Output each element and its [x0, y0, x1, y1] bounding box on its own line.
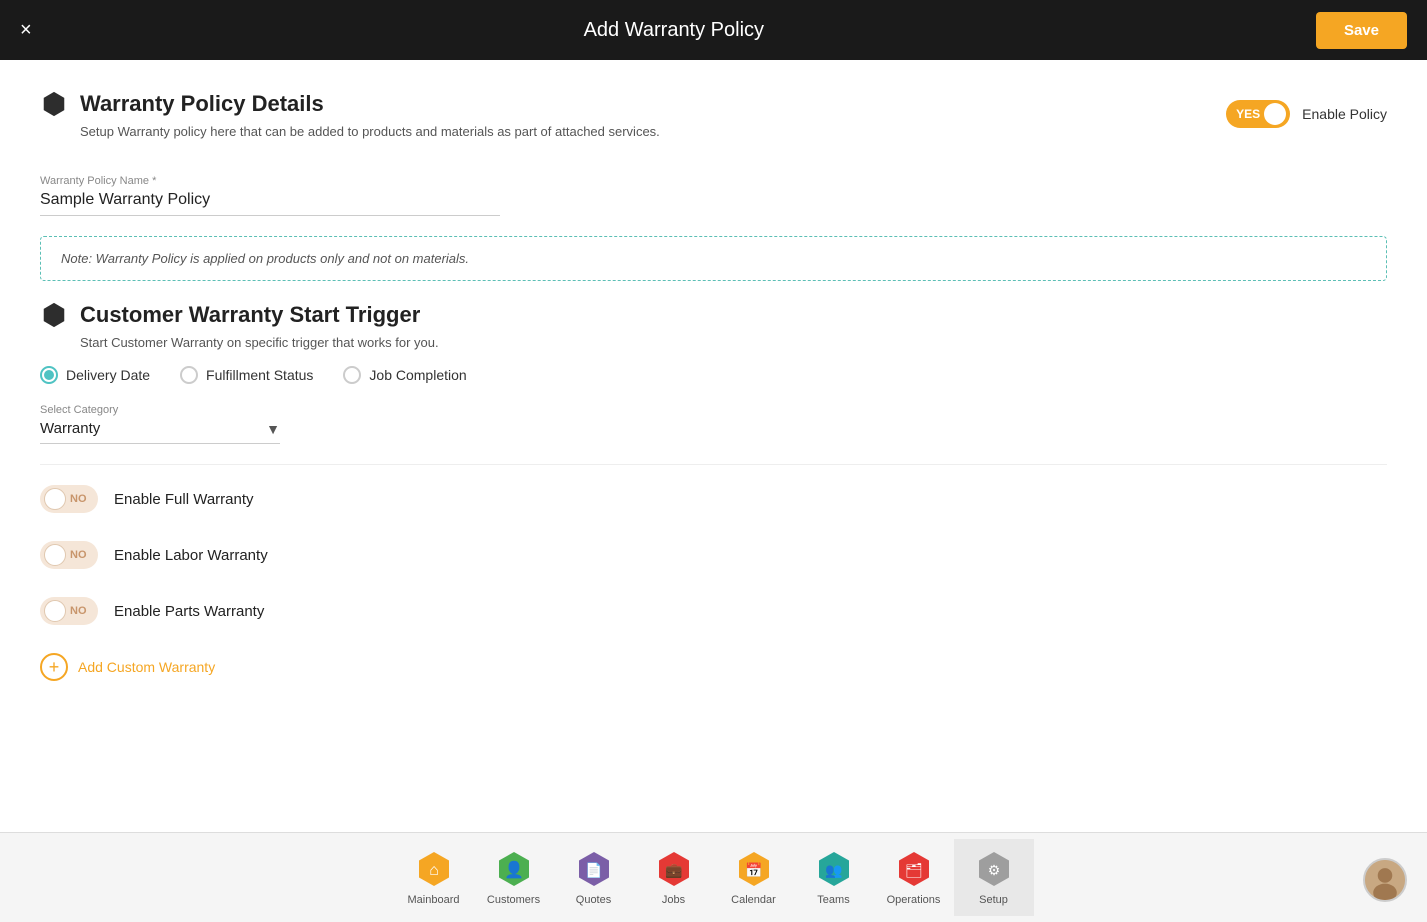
nav-item-jobs[interactable]: 💼 Jobs	[634, 839, 714, 916]
toggle-no-circle-parts	[44, 600, 66, 622]
toggle-no-label-full: NO	[70, 493, 87, 505]
page-title: Add Warranty Policy	[584, 19, 764, 42]
close-button[interactable]: ×	[20, 19, 32, 42]
nav-label-calendar: Calendar	[731, 894, 776, 906]
labor-warranty-label: Enable Labor Warranty	[114, 547, 268, 564]
svg-text:📅: 📅	[745, 862, 762, 878]
svg-text:⚙: ⚙	[987, 862, 1000, 878]
svg-text:💼: 💼	[665, 862, 683, 879]
mainboard-icon: ⌂	[414, 849, 454, 889]
svg-text:🗂: 🗂	[905, 862, 923, 878]
trigger-hex-icon	[40, 301, 68, 329]
full-warranty-toggle[interactable]: NO	[40, 485, 98, 513]
nav-label-quotes: Quotes	[576, 894, 611, 906]
radio-fulfillment[interactable]: Fulfillment Status	[180, 366, 313, 384]
warranty-details-subtitle: Setup Warranty policy here that can be a…	[80, 124, 660, 139]
nav-item-customers[interactable]: 👤 Customers	[474, 839, 554, 916]
toggle-no-circle-full	[44, 488, 66, 510]
radio-circle-delivery	[40, 366, 58, 384]
trigger-radio-group: Delivery Date Fulfillment Status Job Com…	[40, 366, 1387, 384]
save-button[interactable]: Save	[1316, 12, 1407, 49]
warranty-details-header: Warranty Policy Details	[40, 90, 660, 118]
add-custom-plus-icon: +	[40, 653, 68, 681]
toggle-circle	[1264, 103, 1286, 125]
trigger-section: Customer Warranty Start Trigger Start Cu…	[40, 301, 1387, 444]
full-warranty-toggle-row: NO Enable Full Warranty	[40, 485, 1387, 513]
radio-circle-fulfillment	[180, 366, 198, 384]
select-category-dropdown[interactable]: Warranty ▼	[40, 420, 280, 444]
setup-icon: ⚙	[974, 849, 1014, 889]
section-hex-icon	[40, 90, 68, 118]
calendar-icon: 📅	[734, 849, 774, 889]
nav-item-teams[interactable]: 👥 Teams	[794, 839, 874, 916]
enable-policy-toggle[interactable]: YES	[1226, 100, 1290, 128]
nav-item-calendar[interactable]: 📅 Calendar	[714, 839, 794, 916]
toggle-no-label-labor: NO	[70, 549, 87, 561]
parts-warranty-label: Enable Parts Warranty	[114, 603, 264, 620]
add-custom-label: Add Custom Warranty	[78, 659, 215, 675]
warranty-details-section: Warranty Policy Details Setup Warranty p…	[40, 90, 1387, 281]
operations-icon: 🗂	[894, 849, 934, 889]
trigger-header: Customer Warranty Start Trigger	[40, 301, 1387, 329]
labor-warranty-toggle-row: NO Enable Labor Warranty	[40, 541, 1387, 569]
avatar[interactable]	[1363, 858, 1407, 902]
radio-job-completion[interactable]: Job Completion	[343, 366, 466, 384]
nav-item-quotes[interactable]: 📄 Quotes	[554, 839, 634, 916]
select-category-value: Warranty	[40, 420, 266, 437]
full-warranty-label: Enable Full Warranty	[114, 491, 254, 508]
parts-warranty-toggle-row: NO Enable Parts Warranty	[40, 597, 1387, 625]
warranty-details-title: Warranty Policy Details	[80, 91, 324, 117]
nav-label-setup: Setup	[979, 894, 1008, 906]
warranty-name-field: Warranty Policy Name * Sample Warranty P…	[40, 175, 1387, 216]
toggle-yes-label: YES	[1236, 107, 1260, 121]
nav-label-jobs: Jobs	[662, 894, 685, 906]
quotes-icon: 📄	[574, 849, 614, 889]
app-header: × Add Warranty Policy Save	[0, 0, 1427, 60]
jobs-icon: 💼	[654, 849, 694, 889]
divider	[40, 464, 1387, 465]
radio-circle-job	[343, 366, 361, 384]
avatar-image	[1365, 858, 1405, 902]
select-category-group: Select Category Warranty ▼	[40, 404, 1387, 444]
parts-warranty-toggle[interactable]: NO	[40, 597, 98, 625]
customers-icon: 👤	[494, 849, 534, 889]
svg-text:👤: 👤	[504, 860, 524, 879]
nav-label-customers: Customers	[487, 894, 540, 906]
teams-icon: 👥	[814, 849, 854, 889]
nav-label-teams: Teams	[817, 894, 849, 906]
nav-label-mainboard: Mainboard	[408, 894, 460, 906]
radio-label-delivery: Delivery Date	[66, 367, 150, 383]
chevron-down-icon: ▼	[266, 421, 280, 437]
svg-text:⌂: ⌂	[429, 862, 439, 879]
enable-policy-label: Enable Policy	[1302, 106, 1387, 122]
nav-item-mainboard[interactable]: ⌂ Mainboard	[394, 839, 474, 916]
radio-delivery-date[interactable]: Delivery Date	[40, 366, 150, 384]
trigger-title: Customer Warranty Start Trigger	[80, 302, 420, 328]
toggle-no-circle-labor	[44, 544, 66, 566]
add-custom-warranty[interactable]: + Add Custom Warranty	[40, 653, 1387, 681]
nav-item-operations[interactable]: 🗂 Operations	[874, 839, 954, 916]
labor-warranty-toggle[interactable]: NO	[40, 541, 98, 569]
radio-label-fulfillment: Fulfillment Status	[206, 367, 313, 383]
note-box: Note: Warranty Policy is applied on prod…	[40, 236, 1387, 281]
trigger-subtitle: Start Customer Warranty on specific trig…	[80, 335, 1387, 350]
svg-text:📄: 📄	[585, 862, 602, 879]
nav-label-operations: Operations	[887, 894, 941, 906]
warranty-toggles: NO Enable Full Warranty NO Enable Labor …	[40, 485, 1387, 625]
svg-text:👥: 👥	[825, 862, 842, 879]
radio-label-job: Job Completion	[369, 367, 466, 383]
bottom-navigation: ⌂ Mainboard 👤 Customers 📄 Quotes 💼 Jobs …	[0, 832, 1427, 922]
main-content: Warranty Policy Details Setup Warranty p…	[0, 60, 1427, 832]
warranty-name-value[interactable]: Sample Warranty Policy	[40, 191, 500, 216]
nav-item-setup[interactable]: ⚙ Setup	[954, 839, 1034, 916]
toggle-no-label-parts: NO	[70, 605, 87, 617]
warranty-name-label: Warranty Policy Name *	[40, 175, 1387, 187]
select-category-label: Select Category	[40, 404, 1387, 416]
